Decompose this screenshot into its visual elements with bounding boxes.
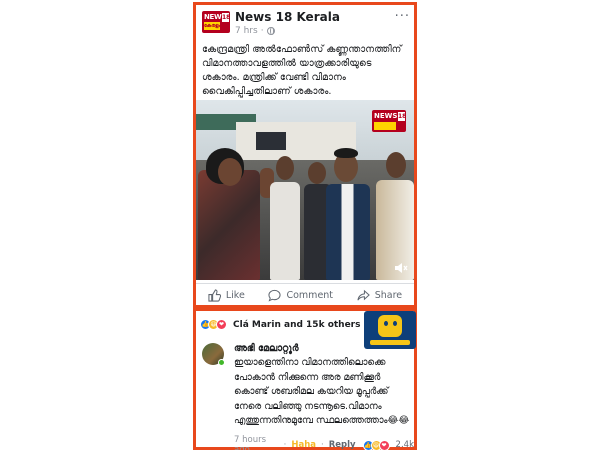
meta-dot: · (320, 440, 324, 450)
logo-subtext: കേരളം (204, 22, 221, 30)
post-header: NEWS 18 കേരളം News 18 Kerala 7 hrs · ··· (202, 9, 414, 39)
comment-reaction-icons[interactable]: 👍 😆 ❤ (362, 439, 390, 450)
sticker-eye-left (384, 321, 388, 326)
reaction-icons: 👍 😆 ❤ (200, 319, 227, 330)
reply-button[interactable]: Reply (329, 440, 356, 450)
post-meta: 7 hrs · (235, 26, 275, 36)
video-person-woman (198, 170, 260, 280)
volume-muted-icon[interactable] (394, 262, 408, 274)
love-reaction-icon: ❤ (216, 319, 227, 330)
channel-logo-badge: 18 (398, 112, 406, 121)
comment-button[interactable]: Comment (268, 289, 333, 302)
love-reaction-icon: ❤ (378, 439, 390, 450)
video-window (256, 132, 286, 150)
news18-channel-logo: NEWS 18 (372, 110, 406, 132)
comment-reaction-count: 2.4k (395, 440, 414, 450)
meta-separator: · (260, 26, 264, 36)
comment-timestamp[interactable]: 7 hours ago (234, 435, 279, 450)
meta-dot: · (283, 440, 287, 450)
video-person-man-left-face (276, 156, 294, 180)
comment-meta: 7 hours ago · Haha · Reply 👍 😆 ❤ 2.4k (234, 435, 414, 450)
video-person-woman-face (218, 158, 242, 186)
comment-author[interactable]: അഭി മേലാറ്റൂർ (234, 343, 299, 354)
sticker-band (370, 340, 410, 345)
comment-card: 👍 😆 ❤ Clá Marin and 15k others അഭി മേലാറ… (193, 308, 417, 450)
video-person-man-left (270, 182, 300, 280)
comment-text: ഇയാളെന്തിനാ വിമാനത്തിലൊക്കെ പോകാൻ നിക്കു… (234, 357, 410, 426)
share-button[interactable]: Share (357, 289, 402, 302)
sticker-face (378, 315, 402, 337)
post-action-bar: Like Comment Share (196, 283, 414, 307)
channel-logo-text: NEWS (374, 112, 398, 120)
video-person-man-right-face (386, 152, 406, 178)
page-name-link[interactable]: News 18 Kerala (235, 10, 340, 24)
reactions-summary[interactable]: 👍 😆 ❤ Clá Marin and 15k others (200, 319, 360, 330)
speech-bubble-icon (268, 289, 282, 302)
video-person-minister (326, 184, 370, 280)
haha-reaction-button[interactable]: Haha (291, 440, 316, 450)
reactions-summary-text: Clá Marin and 15k others (233, 319, 361, 330)
globe-icon (266, 27, 275, 35)
like-button[interactable]: Like (208, 289, 245, 302)
share-arrow-icon (357, 289, 370, 301)
thumbs-up-icon (208, 289, 221, 302)
video-person-minister-hair (334, 148, 358, 158)
more-options-icon[interactable]: ··· (395, 9, 410, 24)
channel-logo-band (374, 122, 396, 130)
logo-badge: 18 (222, 13, 230, 22)
post-card: NEWS 18 കേരളം News 18 Kerala 7 hrs · ···… (193, 2, 417, 308)
online-status-dot (218, 359, 225, 366)
share-label: Share (374, 290, 403, 301)
news18-page-logo[interactable]: NEWS 18 കേരളം (202, 11, 230, 33)
like-label: Like (225, 290, 245, 301)
sticker-image (364, 311, 416, 349)
post-video[interactable]: NEWS 18 (196, 100, 414, 280)
post-timestamp[interactable]: 7 hrs (235, 26, 258, 36)
video-person-man-mid-face (308, 162, 326, 184)
comment-label: Comment (286, 290, 334, 301)
post-text: കേന്ദ്രമന്ത്രി അൽഫോൺസ് കണ്ണന്താനത്തിന് വ… (202, 44, 402, 97)
sticker-eye-right (393, 321, 397, 326)
